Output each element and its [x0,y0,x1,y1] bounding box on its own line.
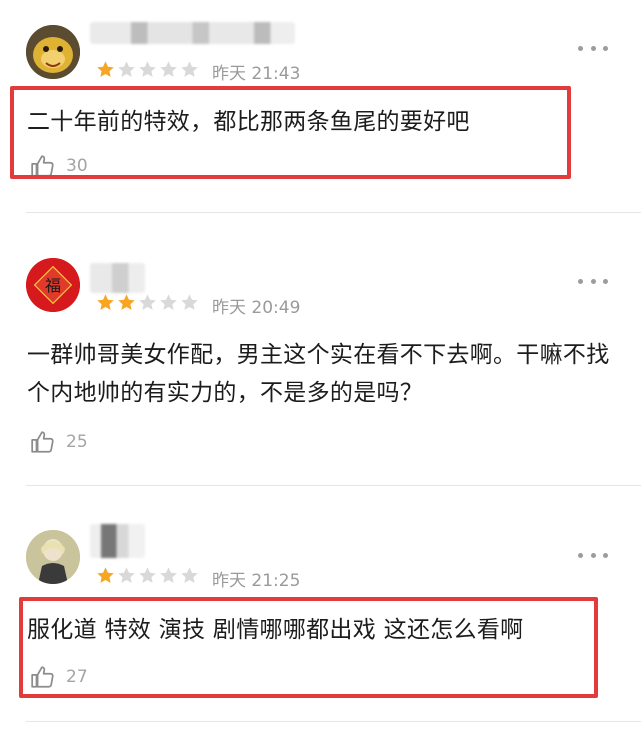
star-icon [139,294,156,310]
review-text: 服化道 特效 演技 剧情哪哪都出戏 这还怎么看啊 [27,617,524,643]
thumbs-up-icon [31,155,54,177]
thumbs-up-icon [31,431,54,453]
star-icon [139,61,156,77]
star-icon [160,61,177,77]
star-rating [96,293,199,313]
thumbs-up-icon [31,666,54,688]
username-blurred[interactable] [90,524,145,558]
more-dots-icon[interactable] [578,550,608,560]
review-text: 二十年前的特效，都比那两条鱼尾的要好吧 [27,109,470,135]
review-card-2: 福 昨天 20:49 一群帅哥美女作配，男主这个实在看不下去啊。干嘛不找个内地帅… [0,213,641,486]
star-icon [160,567,177,583]
star-icon [97,294,114,310]
like-count: 30 [66,156,88,176]
star-icon [118,294,135,310]
more-dots-icon[interactable] [578,276,608,286]
avatar-char: 福 [45,276,61,295]
star-rating [96,566,199,586]
divider [26,721,641,722]
review-card-3: 昨天 21:25 服化道 特效 演技 剧情哪哪都出戏 这还怎么看啊 27 [0,486,641,737]
star-icon [181,294,198,310]
star-icon [181,61,198,77]
star-icon [118,567,135,583]
star-rating [96,60,199,80]
star-icon [139,567,156,583]
like-count: 27 [66,667,88,687]
review-card-1: 昨天 21:43 二十年前的特效，都比那两条鱼尾的要好吧 30 [0,0,641,213]
like-button[interactable]: 30 [30,153,88,179]
like-button[interactable]: 25 [30,429,88,455]
star-icon [97,567,114,583]
star-icon [160,294,177,310]
like-count: 25 [66,432,88,452]
username-blurred[interactable] [90,263,145,293]
star-icon [181,567,198,583]
review-text: 一群帅哥美女作配，男主这个实在看不下去啊。干嘛不找个内地帅的有实力的，不是多的是… [27,342,610,406]
review-date: 昨天 21:25 [212,571,301,591]
avatar[interactable] [26,25,80,79]
star-icon [118,61,135,77]
star-icon [97,61,114,77]
username-blurred[interactable] [90,22,295,44]
review-date: 昨天 20:49 [212,298,301,318]
more-dots-icon[interactable] [578,43,608,53]
avatar[interactable] [26,530,80,584]
review-date: 昨天 21:43 [212,64,301,84]
like-button[interactable]: 27 [30,664,88,690]
avatar[interactable]: 福 [26,258,80,312]
